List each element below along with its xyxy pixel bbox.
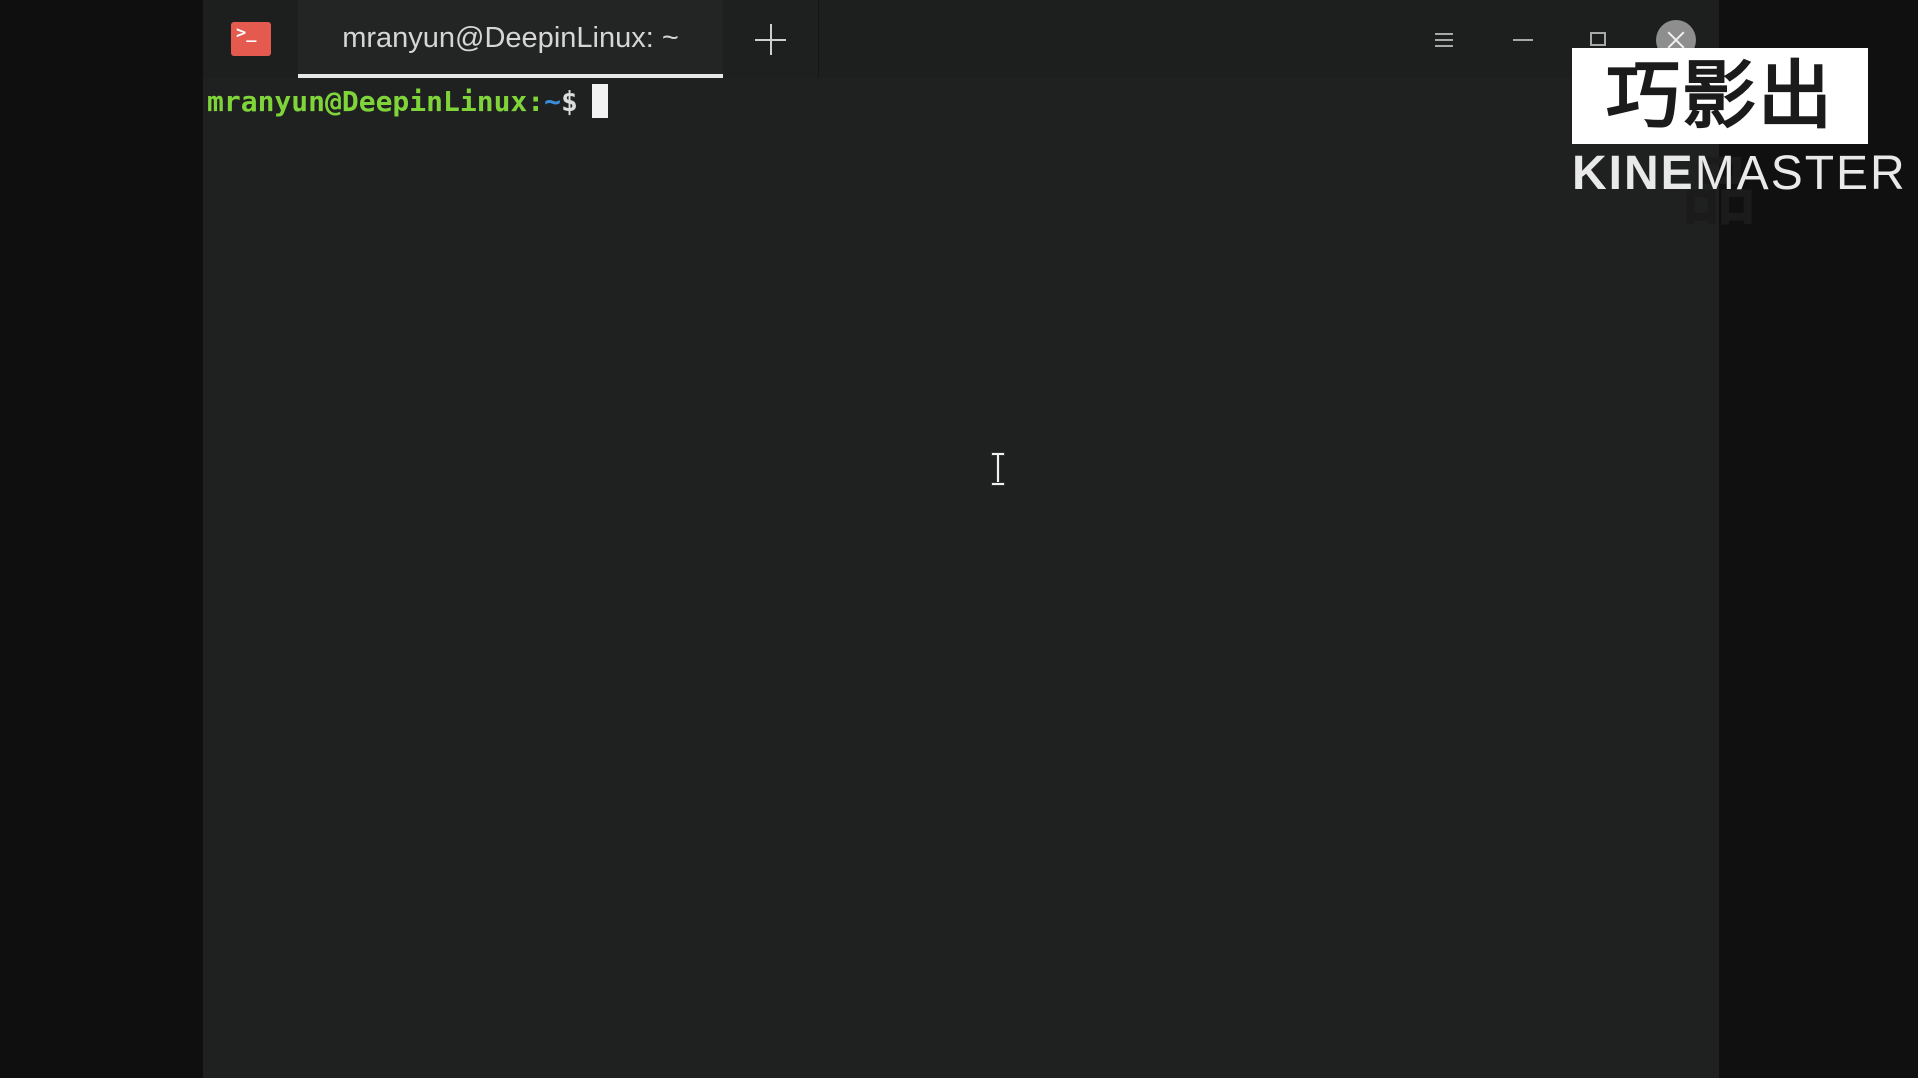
terminal-output-area[interactable]: mranyun@DeepinLinux:~$ <box>203 78 1719 1078</box>
kinemaster-watermark: 巧影出品 KINEMASTER <box>1572 48 1905 235</box>
title-bar[interactable]: >_ mranyun@DeepinLinux: ~ <box>203 0 1719 78</box>
terminal-app-icon[interactable]: >_ <box>231 22 271 56</box>
desktop-left-margin <box>0 0 203 1078</box>
watermark-brand-part2: MASTER <box>1694 147 1907 200</box>
prompt-symbol: $ <box>561 85 578 118</box>
mouse-ibeam-cursor-icon <box>991 452 1005 486</box>
minimize-icon[interactable] <box>1503 20 1543 60</box>
watermark-brand-text: KINEMASTER <box>1572 147 1905 200</box>
shell-prompt: mranyun@DeepinLinux:~$ <box>207 84 608 120</box>
menu-icon[interactable] <box>1423 20 1463 60</box>
plus-icon-vertical <box>770 24 772 55</box>
terminal-window: >_ mranyun@DeepinLinux: ~ mranyun@Deepin… <box>203 0 1719 1078</box>
watermark-chinese-text: 巧影出品 <box>1572 48 1868 235</box>
screen: >_ mranyun@DeepinLinux: ~ mranyun@Deepin… <box>0 0 1918 1078</box>
tab-label: mranyun@DeepinLinux: ~ <box>342 22 679 54</box>
prompt-path: ~ <box>544 85 562 118</box>
prompt-user-host: mranyun@DeepinLinux: <box>207 85 545 118</box>
watermark-brand-part1: KINE <box>1572 147 1695 200</box>
new-tab-button[interactable] <box>723 0 819 78</box>
tab-terminal-session[interactable]: mranyun@DeepinLinux: ~ <box>298 0 723 78</box>
text-cursor <box>591 84 608 118</box>
